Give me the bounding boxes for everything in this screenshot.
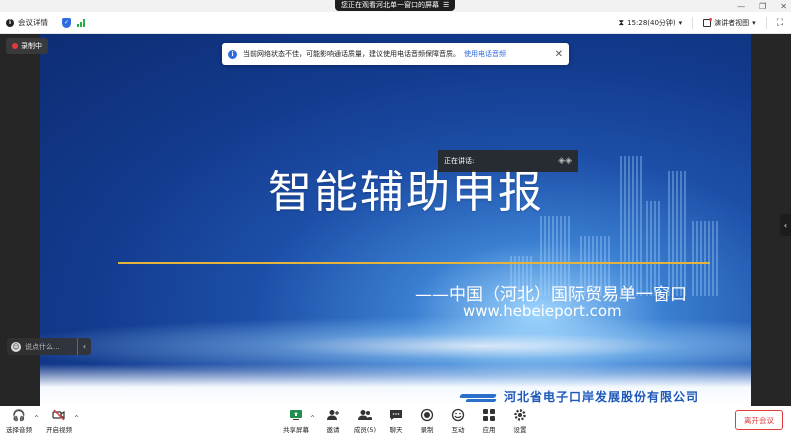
tool-label: 互动 (451, 426, 465, 434)
video-button[interactable]: 开启视频 (44, 408, 74, 434)
chevron-up-icon[interactable]: ^ (310, 415, 315, 422)
notice-text: 当前网络状态不佳，可能影响通话质量，建议使用电话音频保障音质。 (243, 50, 460, 58)
apps-icon (482, 408, 496, 422)
close-icon[interactable]: ✕ (780, 2, 787, 11)
company-name: 河北省电子口岸发展股份有限公司 (504, 390, 700, 404)
tool-label: 录制 (420, 426, 434, 434)
top-bar: i 会议详情 ✓ ⧗ 15:28(40分钟) ▾ 演讲者视图 ▾ ⛶ (0, 12, 791, 34)
close-icon[interactable]: ✕ (555, 49, 563, 60)
audio-button[interactable]: 🎧 选择音频 (4, 408, 34, 435)
speaker-view-icon (703, 18, 713, 27)
shared-screen: 智能辅助申报 ——中国（河北）国际贸易单一窗口 www.hebeieport.c… (40, 34, 751, 406)
speaking-indicator: 正在讲话: ◈◈ (438, 150, 578, 172)
chevron-up-icon[interactable]: ^ (74, 415, 79, 422)
record-dot-icon (12, 43, 18, 49)
menu-icon[interactable]: ☰ (443, 0, 449, 11)
share-screen-button[interactable]: 共享屏幕 (281, 408, 311, 434)
chevron-left-icon: ‹ (783, 220, 788, 230)
view-mode-button[interactable]: 演讲者视图 ▾ (703, 18, 756, 28)
company-branding: 河北省电子口岸发展股份有限公司 (460, 388, 699, 405)
headset-icon: 🎧 (12, 408, 26, 422)
network-notice-banner: i 当前网络状态不佳，可能影响通话质量，建议使用电话音频保障音质。 使用电话音频… (222, 43, 569, 65)
restore-icon[interactable]: ❐ (759, 2, 766, 11)
network-signal-icon[interactable] (77, 18, 85, 27)
info-icon: i (228, 49, 237, 59)
chat-icon (389, 408, 403, 422)
tool-label: 设置 (513, 426, 527, 434)
record-icon (420, 408, 434, 422)
speaking-label: 正在讲话: (444, 157, 475, 165)
window-controls: — ❐ ✕ (737, 0, 787, 12)
company-logo-icon (460, 390, 498, 404)
title-bar: 您正在观看河北单一窗口的屏幕 ☰ — ❐ ✕ (0, 0, 791, 12)
meeting-window: 您正在观看河北单一窗口的屏幕 ☰ — ❐ ✕ i 会议详情 ✓ ⧗ 15:28(… (0, 0, 791, 437)
audio-wave-icon: ◈◈ (558, 156, 572, 166)
building-graphic (620, 156, 642, 296)
meeting-timer: ⧗ 15:28(40分钟) ▾ (618, 18, 682, 28)
building-graphic (668, 171, 688, 296)
info-icon: i (6, 18, 14, 27)
divider (765, 17, 767, 29)
bottom-toolbar: 🎧 选择音频 ^ 开启视频 ^ 共享屏幕 ^ 邀请 成员(5) 聊天 录制 互动… (0, 406, 791, 437)
minimize-icon[interactable]: — (737, 2, 745, 11)
settings-button[interactable]: 设置 (505, 408, 535, 434)
divider (692, 17, 694, 29)
chevron-down-icon[interactable]: ▾ (679, 19, 683, 27)
tool-label: 邀请 (326, 426, 340, 434)
timer-text: 15:28(40分钟) (627, 19, 676, 27)
security-shield-icon[interactable]: ✓ (62, 17, 71, 28)
side-panel-toggle[interactable]: ‹ (780, 214, 791, 236)
interact-button[interactable]: 互动 (443, 408, 473, 434)
recording-badge[interactable]: 录制中 (6, 38, 48, 54)
share-notice-text: 您正在观看河北单一窗口的屏幕 (341, 1, 439, 9)
hourglass-icon: ⧗ (618, 18, 625, 27)
invite-button[interactable]: 邀请 (318, 408, 348, 434)
chat-button[interactable]: 聊天 (381, 408, 411, 434)
invite-icon (326, 408, 340, 422)
chevron-up-icon[interactable]: ^ (34, 415, 39, 422)
share-notice-pill[interactable]: 您正在观看河北单一窗口的屏幕 ☰ (335, 0, 456, 11)
members-icon (358, 408, 372, 422)
record-button[interactable]: 录制 (412, 408, 442, 434)
meeting-details-button[interactable]: i 会议详情 (6, 17, 48, 28)
interact-icon (451, 408, 465, 422)
tool-label: 共享屏幕 (283, 426, 309, 434)
meeting-details-label: 会议详情 (18, 18, 48, 27)
tool-label: 选择音频 (6, 426, 32, 434)
building-graphic (692, 221, 718, 296)
tool-label: 成员(5) (353, 426, 377, 434)
emoji-icon[interactable]: ☺ (11, 341, 21, 352)
recording-label: 录制中 (21, 42, 42, 50)
slide-divider-line (118, 262, 710, 264)
tool-label: 开启视频 (46, 426, 72, 434)
use-phone-audio-link[interactable]: 使用电话音频 (464, 49, 506, 59)
chevron-left-icon[interactable]: ‹ (77, 338, 91, 355)
settings-icon (513, 408, 527, 422)
chevron-down-icon: ▾ (752, 19, 756, 27)
video-off-icon (52, 408, 66, 422)
slide-url: www.hebeieport.com (463, 302, 622, 320)
tool-label: 应用 (482, 426, 496, 434)
tool-label: 聊天 (389, 426, 403, 434)
fullscreen-icon[interactable]: ⛶ (777, 18, 783, 28)
apps-button[interactable]: 应用 (474, 408, 504, 434)
share-screen-icon (289, 408, 303, 422)
leave-meeting-button[interactable]: 离开会议 (735, 410, 783, 430)
view-mode-label: 演讲者视图 (714, 19, 750, 27)
chat-quick-input[interactable]: ☺ 说点什么... ‹ (7, 338, 91, 355)
chat-placeholder[interactable]: 说点什么... (25, 342, 60, 352)
top-right-controls: ⧗ 15:28(40分钟) ▾ 演讲者视图 ▾ ⛶ (618, 12, 783, 34)
members-button[interactable]: 成员(5) (350, 408, 380, 434)
